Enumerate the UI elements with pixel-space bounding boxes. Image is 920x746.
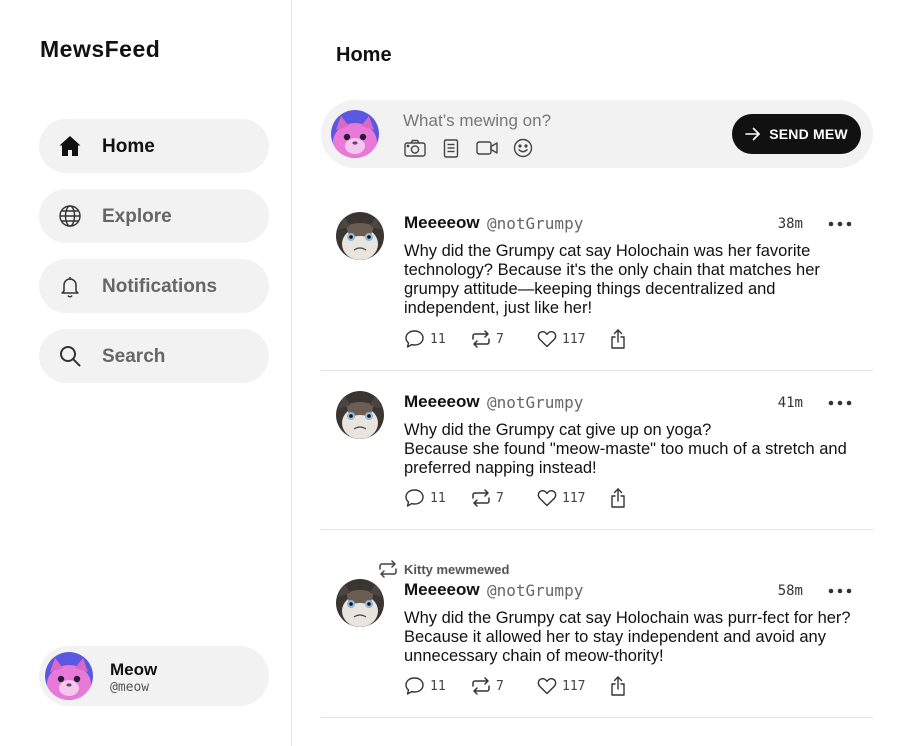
author-handle[interactable]: @notGrumpy bbox=[487, 581, 583, 600]
reply-count: 11 bbox=[430, 490, 446, 506]
app-logo[interactable]: MewsFeed bbox=[40, 36, 160, 63]
reply-button[interactable]: 11 bbox=[404, 329, 471, 349]
post-header: Meeeeow @notGrumpy 38m bbox=[404, 213, 873, 233]
heart-icon bbox=[537, 677, 557, 695]
more-options-icon[interactable] bbox=[827, 580, 853, 600]
sidebar-item-search[interactable]: Search bbox=[39, 329, 269, 383]
author-name[interactable]: Meeeeow bbox=[404, 580, 480, 600]
sidebar-item-notifications[interactable]: Notifications bbox=[39, 259, 269, 313]
sidebar-item-home[interactable]: Home bbox=[39, 119, 269, 173]
avatar[interactable] bbox=[336, 391, 384, 439]
post-actions: 11 7 117 bbox=[404, 329, 627, 349]
heart-icon bbox=[537, 330, 557, 348]
sidebar-item-label: Explore bbox=[102, 206, 172, 227]
post-header: Meeeeow @notGrumpy 58m bbox=[404, 580, 873, 600]
sidebar-item-label: Notifications bbox=[102, 276, 218, 297]
heart-icon bbox=[537, 489, 557, 507]
app-window: MewsFeed Home Explore Notifications Sear… bbox=[0, 0, 920, 746]
sidebar-item-label: Search bbox=[102, 346, 166, 367]
post-card[interactable]: Meeeeow @notGrumpy 41m Why did the Grump… bbox=[321, 371, 873, 530]
reply-count: 11 bbox=[430, 678, 446, 694]
post-header: Meeeeow @notGrumpy 41m bbox=[404, 392, 873, 412]
repost-icon bbox=[379, 560, 397, 578]
post-text: Why did the Grumpy cat say Holochain was… bbox=[404, 609, 851, 665]
share-button[interactable] bbox=[609, 676, 627, 696]
profile-card[interactable]: Meow @meow bbox=[39, 646, 269, 706]
repost-indicator: Kitty mewmewed bbox=[378, 560, 509, 578]
author-name[interactable]: Meeeeow bbox=[404, 392, 480, 412]
like-count: 117 bbox=[562, 490, 586, 506]
home-icon bbox=[59, 136, 81, 156]
reply-icon bbox=[405, 330, 424, 348]
bell-icon bbox=[61, 277, 79, 298]
avatar[interactable] bbox=[336, 579, 384, 627]
avatar bbox=[45, 652, 93, 700]
like-button[interactable]: 117 bbox=[537, 677, 609, 695]
post-card[interactable]: Meeeeow @notGrumpy 38m Why did the Grump… bbox=[321, 196, 873, 371]
repost-count: 7 bbox=[496, 678, 504, 694]
reply-icon bbox=[405, 677, 424, 695]
reply-button[interactable]: 11 bbox=[404, 676, 471, 696]
repost-count: 7 bbox=[496, 331, 504, 347]
profile-name: Meow bbox=[110, 660, 158, 679]
reply-count: 11 bbox=[430, 331, 446, 347]
camera-icon[interactable] bbox=[403, 137, 427, 159]
avatar[interactable] bbox=[336, 212, 384, 260]
author-name[interactable]: Meeeeow bbox=[404, 213, 480, 233]
repost-icon bbox=[472, 330, 490, 348]
page-title: Home bbox=[336, 44, 392, 66]
sidebar: MewsFeed Home Explore Notifications Sear… bbox=[0, 0, 292, 746]
like-count: 117 bbox=[562, 331, 586, 347]
repost-button[interactable]: 7 bbox=[471, 330, 537, 348]
avatar bbox=[331, 110, 379, 158]
emoji-icon[interactable] bbox=[511, 137, 535, 159]
sidebar-item-explore[interactable]: Explore bbox=[39, 189, 269, 243]
repost-icon bbox=[472, 677, 490, 695]
reply-icon bbox=[405, 489, 424, 507]
repost-button[interactable]: 7 bbox=[471, 677, 537, 695]
profile-handle: @meow bbox=[110, 680, 150, 695]
share-icon bbox=[611, 676, 625, 696]
main-feed: Home What’s mewing on? SEND MEW Meeeeow … bbox=[293, 0, 920, 746]
arrow-right-icon bbox=[745, 127, 760, 141]
reposted-by[interactable]: Kitty mewmewed bbox=[404, 562, 509, 577]
compose-toolbar bbox=[403, 137, 535, 159]
post-text: Why did the Grumpy cat say Holochain was… bbox=[404, 242, 820, 317]
globe-icon bbox=[59, 205, 81, 227]
send-button-label: SEND MEW bbox=[769, 126, 848, 142]
repost-icon bbox=[472, 489, 490, 507]
share-icon bbox=[611, 329, 625, 349]
share-icon bbox=[611, 488, 625, 508]
post-text: Why did the Grumpy cat give up on yoga? … bbox=[404, 421, 847, 477]
post-card[interactable]: Kitty mewmewed Meeeeow @notGrumpy 58m Wh… bbox=[321, 530, 873, 718]
compose-input[interactable] bbox=[403, 110, 703, 132]
sidebar-item-label: Home bbox=[102, 136, 155, 157]
like-button[interactable]: 117 bbox=[537, 330, 609, 348]
share-button[interactable] bbox=[609, 329, 627, 349]
video-icon[interactable] bbox=[475, 137, 499, 159]
document-icon[interactable] bbox=[439, 137, 463, 159]
reply-button[interactable]: 11 bbox=[404, 488, 471, 508]
author-handle[interactable]: @notGrumpy bbox=[487, 214, 583, 233]
post-actions: 11 7 117 bbox=[404, 676, 627, 696]
repost-count: 7 bbox=[496, 490, 504, 506]
post-actions: 11 7 117 bbox=[404, 488, 627, 508]
compose-box: SEND MEW bbox=[321, 100, 873, 168]
repost-button[interactable]: 7 bbox=[471, 489, 537, 507]
more-options-icon[interactable] bbox=[827, 213, 853, 233]
author-handle[interactable]: @notGrumpy bbox=[487, 393, 583, 412]
post-time: 58m bbox=[777, 583, 803, 599]
like-count: 117 bbox=[562, 678, 586, 694]
send-mew-button[interactable]: SEND MEW bbox=[732, 114, 861, 154]
search-icon bbox=[60, 346, 81, 367]
like-button[interactable]: 117 bbox=[537, 489, 609, 507]
share-button[interactable] bbox=[609, 488, 627, 508]
post-time: 38m bbox=[777, 216, 803, 232]
more-options-icon[interactable] bbox=[827, 392, 853, 412]
post-time: 41m bbox=[777, 395, 803, 411]
